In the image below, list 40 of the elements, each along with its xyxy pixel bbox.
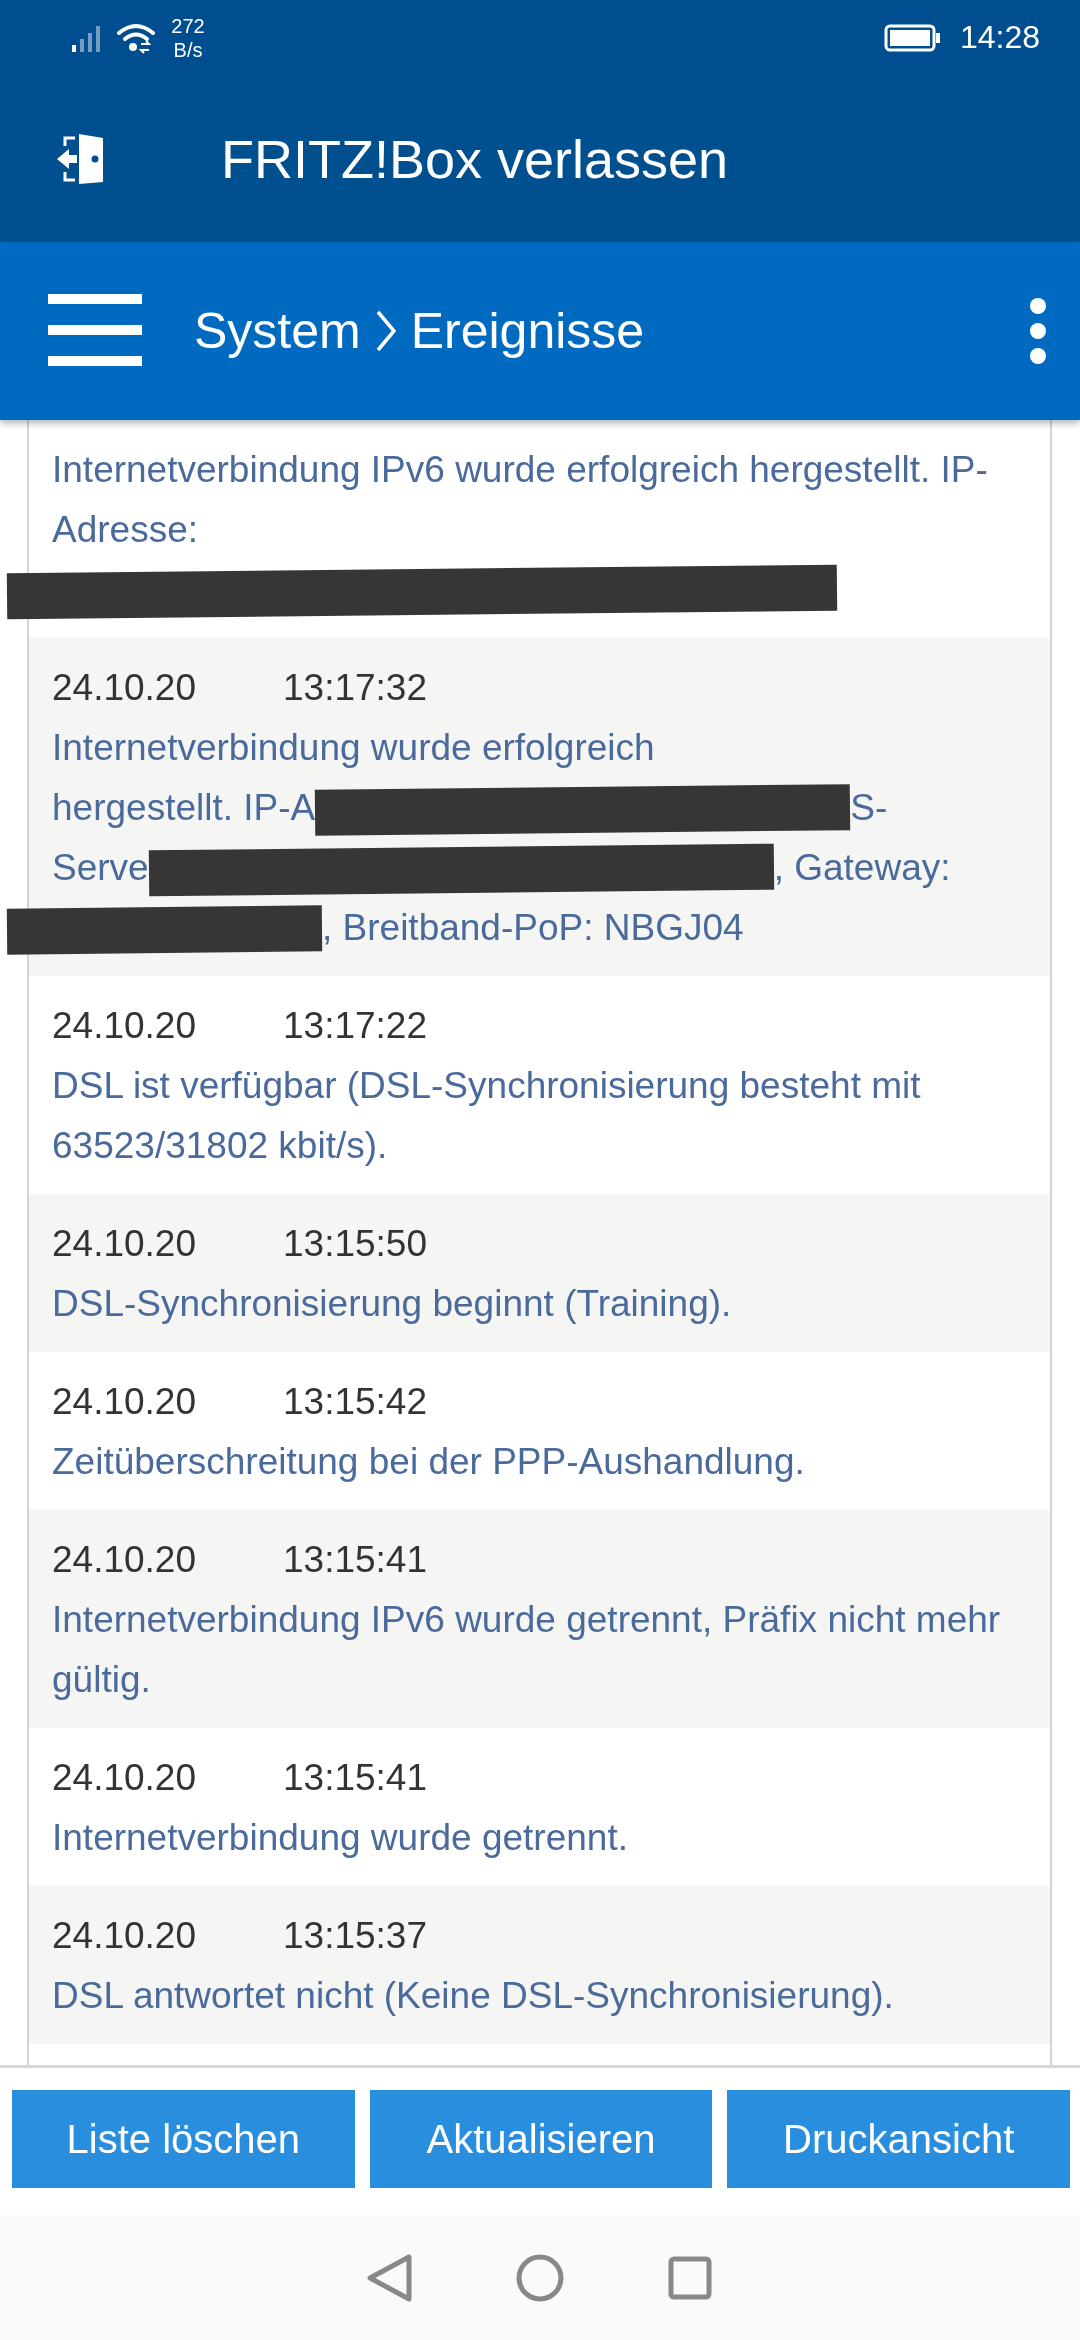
event-message: Internetverbindung wurde getrennt. [52,1817,628,1858]
breadcrumb-link[interactable]: System [194,302,361,360]
event-time: 13:15:41 [283,1756,428,1800]
event-message: Internetverbindung IPv6 wurde erfolgreich hergestellt. IP-Adresse: [52,449,988,550]
event-date: 24.10.20 [52,1756,198,1800]
header-title: FRITZ!Box verlassen [221,127,729,190]
battery-icon [883,22,942,53]
event-time: 13:15:41 [283,1538,428,1582]
event-date: 24.10.20 [52,1380,198,1424]
event-time: 13:15:37 [283,1914,428,1958]
event-time: 13:17:32 [283,666,428,710]
event-time: 13:15:50 [283,1222,428,1266]
event-message: , Breitband-PoP: NBGJ04 [322,907,744,948]
event-message: S- [850,787,888,828]
event-message: Internetverbindung IPv6 wurde getrennt, Präfix nicht mehr gültig. [52,1599,1001,1700]
home-icon[interactable] [515,2252,565,2303]
event-message: Serve [52,847,149,888]
breadcrumb-link[interactable]: Ereignisse [410,302,645,360]
action-button[interactable]: Liste löschen [12,2090,355,2188]
event-message: DSL ist verfügbar (DSL-Synchronisierung besteht mit 63523/31802 kbit/s). [52,1065,921,1166]
event-message: Internetverbindung wurde erfolgreich [52,727,655,768]
event-time: 13:15:42 [283,1380,428,1424]
event-message: Zeitüberschreitung bei der PPP-Aushandlung. [52,1441,805,1482]
action-button[interactable]: Druckansicht [727,2090,1070,2188]
action-button[interactable]: Aktualisieren [369,2090,713,2188]
event-message: DSL-Synchronisierung beginnt (Training). [52,1283,732,1324]
chevron-right-icon [374,309,397,353]
event-date: 24.10.20 [52,1914,198,1958]
wifi-icon [116,21,156,54]
event-date: 24.10.20 [52,666,198,710]
event-message: hergestellt. IP-A [52,787,316,828]
clock-time: 14:28 [959,19,1040,56]
event-date: 24.10.20 [52,1222,198,1266]
event-time: 13:17:22 [283,1004,428,1048]
event-date: 24.10.20 [52,1538,198,1582]
event-message: DSL antwortet nicht (Keine DSL-Synchronisierung). [52,1975,894,2016]
network-speed: 272 B/s [170,13,206,62]
event-date: 24.10.20 [52,1004,198,1048]
back-icon[interactable] [365,2252,415,2303]
event-message: , Gateway: [773,847,951,888]
